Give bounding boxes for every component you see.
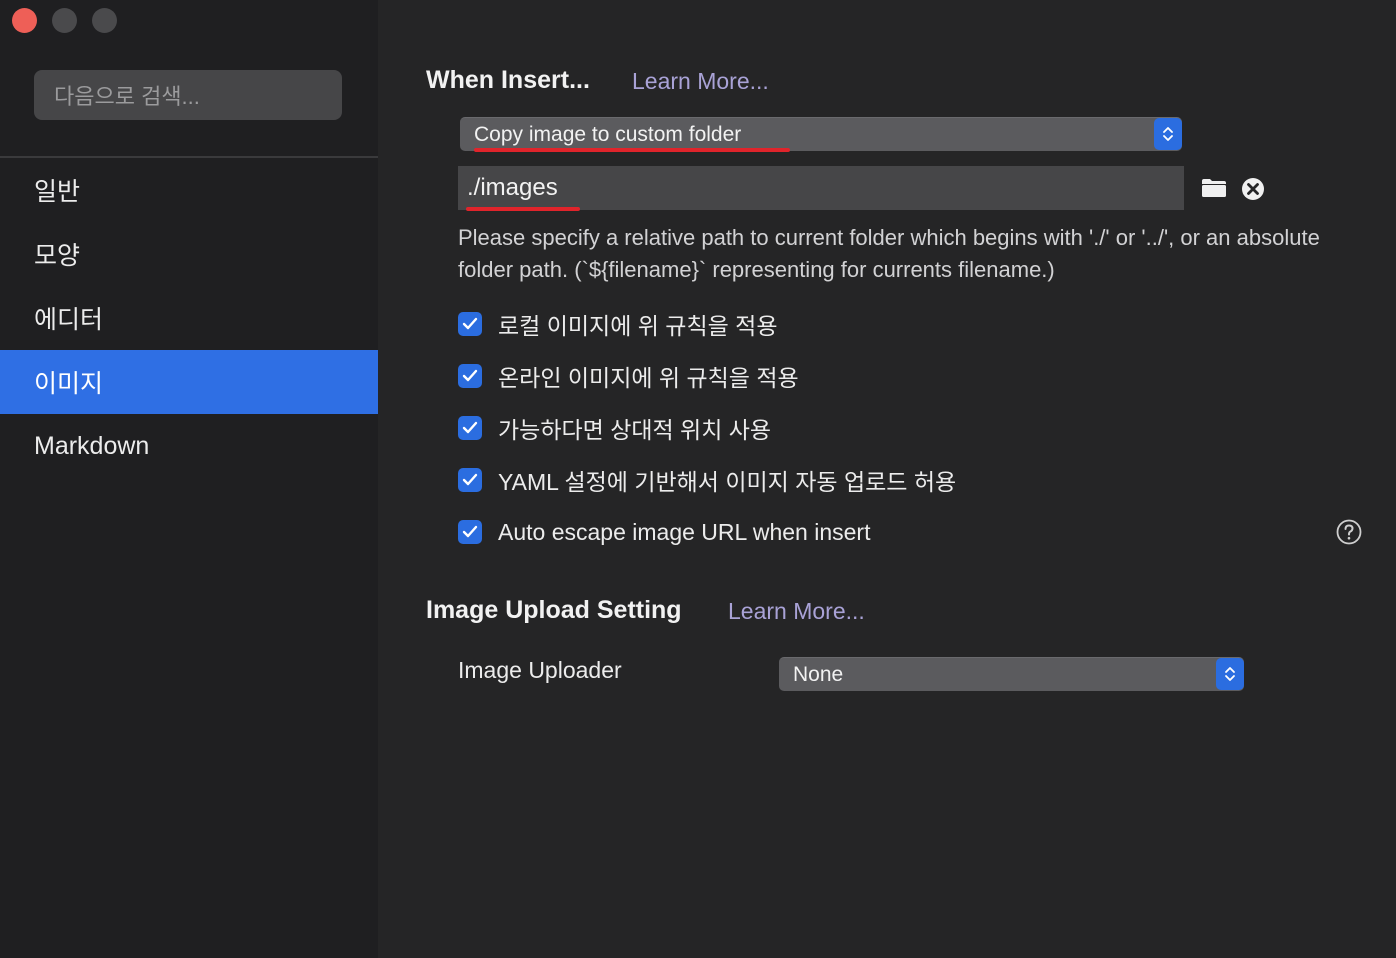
- window-controls: [12, 8, 117, 33]
- select-stepper-icon: [1216, 658, 1244, 690]
- checkbox-checked-icon[interactable]: [458, 312, 482, 336]
- sidebar-item-general[interactable]: 일반: [0, 158, 378, 222]
- when-insert-heading: When Insert...: [426, 66, 590, 94]
- option-label: Auto escape image URL when insert: [498, 518, 871, 545]
- zoom-window-button[interactable]: [92, 8, 117, 33]
- settings-panel: When Insert... Learn More... Copy image …: [378, 0, 1396, 958]
- checkbox-checked-icon[interactable]: [458, 364, 482, 388]
- checkbox-checked-icon[interactable]: [458, 468, 482, 492]
- close-window-button[interactable]: [12, 8, 37, 33]
- sidebar-item-markdown[interactable]: Markdown: [0, 414, 378, 478]
- sidebar-item-label: 모양: [34, 242, 81, 270]
- annotation-underline: [474, 148, 790, 152]
- image-uploader-label: Image Uploader: [458, 657, 622, 683]
- folder-icon[interactable]: [1201, 176, 1227, 200]
- option-relative-path[interactable]: 가능하다면 상대적 위치 사용: [458, 413, 771, 443]
- sidebar-item-appearance[interactable]: 모양: [0, 222, 378, 286]
- image-upload-learn-more-link[interactable]: Learn More...: [728, 598, 865, 625]
- option-yaml-auto-upload[interactable]: YAML 설정에 기반해서 이미지 자동 업로드 허용: [458, 465, 956, 495]
- sidebar-item-image[interactable]: 이미지: [0, 350, 378, 414]
- sidebar-item-label: 일반: [34, 178, 81, 206]
- insert-action-select[interactable]: Copy image to custom folder: [460, 117, 1182, 151]
- clear-icon[interactable]: [1241, 177, 1265, 201]
- sidebar-item-editor[interactable]: 에디터: [0, 286, 378, 350]
- checkbox-checked-icon[interactable]: [458, 416, 482, 440]
- select-stepper-icon: [1154, 118, 1182, 150]
- sidebar-item-label: Markdown: [34, 431, 150, 460]
- annotation-underline: [466, 207, 580, 211]
- option-label: 로컬 이미지에 위 규칙을 적용: [498, 313, 778, 339]
- option-label: YAML 설정에 기반해서 이미지 자동 업로드 허용: [498, 469, 957, 495]
- when-insert-learn-more-link[interactable]: Learn More...: [632, 68, 769, 95]
- minimize-window-button[interactable]: [52, 8, 77, 33]
- option-label: 온라인 이미지에 위 규칙을 적용: [498, 365, 799, 391]
- insert-action-value: Copy image to custom folder: [474, 122, 742, 146]
- folder-path-value: ./images: [467, 174, 558, 201]
- checkbox-checked-icon[interactable]: [458, 520, 482, 544]
- folder-path-help-text: Please specify a relative path to curren…: [458, 225, 1320, 282]
- option-label: 가능하다면 상대적 위치 사용: [498, 417, 772, 443]
- sidebar-item-label: 이미지: [34, 370, 104, 398]
- sidebar-item-label: 에디터: [34, 306, 104, 334]
- sidebar: 다음으로 검색... 일반 모양 에디터 이미지 Markdown: [0, 0, 378, 958]
- search-input[interactable]: 다음으로 검색...: [34, 70, 342, 120]
- image-uploader-value: None: [793, 662, 844, 686]
- option-apply-local[interactable]: 로컬 이미지에 위 규칙을 적용: [458, 309, 777, 339]
- folder-path-field[interactable]: ./images: [458, 166, 1184, 210]
- image-uploader-select[interactable]: None: [779, 657, 1244, 691]
- help-icon[interactable]: [1336, 519, 1362, 545]
- option-apply-online[interactable]: 온라인 이미지에 위 규칙을 적용: [458, 361, 799, 391]
- search-placeholder: 다음으로 검색...: [54, 84, 200, 109]
- option-auto-escape-url[interactable]: Auto escape image URL when insert: [458, 517, 870, 547]
- image-upload-heading: Image Upload Setting: [426, 596, 682, 624]
